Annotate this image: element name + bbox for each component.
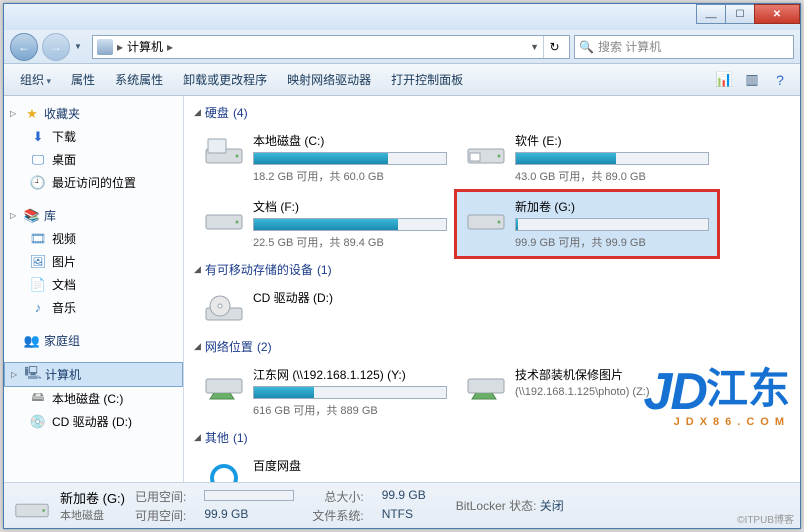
filesystem-label: 文件系统:: [312, 507, 363, 524]
search-box[interactable]: 🔍 搜索 计算机: [574, 35, 794, 59]
drive-icon: [203, 132, 245, 170]
status-title: 新加卷 (G:): [60, 488, 125, 507]
free-space-label: 可用空间:: [135, 507, 186, 524]
used-space-label: 已用空间:: [135, 488, 186, 505]
nav-bar: ← → ▼ ▸ 计算机 ▸ ▼ ↻ 🔍 搜索 计算机: [4, 30, 800, 64]
used-space-bar: [204, 488, 294, 505]
section-hard-drives[interactable]: ◢硬盘 (4): [194, 100, 790, 125]
command-bar: 组织 属性 系统属性 卸载或更改程序 映射网络驱动器 打开控制面板 📊 ▥ ?: [4, 64, 800, 96]
view-options-icon[interactable]: 📊: [712, 68, 736, 92]
total-size-label: 总大小:: [312, 488, 363, 505]
sidebar-computer-header[interactable]: ▷🖳计算机: [4, 362, 183, 387]
drive-y-network[interactable]: 江东网 (\\192.168.1.125) (Y:)616 GB 可用，共 88…: [194, 359, 456, 425]
organize-menu[interactable]: 组织: [12, 67, 59, 92]
back-button[interactable]: ←: [10, 33, 38, 61]
breadcrumb-computer[interactable]: 计算机: [127, 38, 163, 55]
document-icon: 📄: [30, 277, 46, 293]
download-icon: ⬇: [30, 129, 46, 145]
refresh-button[interactable]: ↻: [543, 36, 565, 58]
sidebar-item-music[interactable]: ♪音乐: [4, 296, 183, 319]
music-icon: ♪: [30, 300, 46, 316]
drive-icon: [465, 198, 507, 236]
video-icon: 🎞: [30, 231, 46, 247]
details-pane: 新加卷 (G:) 本地磁盘 已用空间: 总大小: 99.9 GB 可用空间: 9…: [4, 482, 800, 528]
computer-icon: 🖳: [25, 367, 41, 383]
search-placeholder: 搜索 计算机: [598, 38, 661, 55]
nav-history-dropdown[interactable]: ▼: [74, 42, 88, 51]
sidebar-item-downloads[interactable]: ⬇下载: [4, 125, 183, 148]
library-icon: 📚: [24, 208, 40, 224]
drive-z-network[interactable]: 技术部装机保修图片(\\192.168.1.125\photo) (Z:): [456, 359, 718, 425]
total-size-value: 99.9 GB: [382, 488, 426, 505]
attribution-text: ©ITPUB博客: [737, 511, 794, 526]
bitlocker-label: BitLocker 状态:: [456, 499, 537, 513]
address-dropdown-icon[interactable]: ▼: [530, 42, 539, 52]
sidebar-item-documents[interactable]: 📄文档: [4, 273, 183, 296]
preview-pane-icon[interactable]: ▥: [740, 68, 764, 92]
control-panel-button[interactable]: 打开控制面板: [383, 67, 471, 92]
drive-baidu-netdisk[interactable]: 百度网盘: [194, 450, 456, 482]
minimize-button[interactable]: [696, 4, 726, 24]
filesystem-value: NTFS: [382, 507, 426, 524]
drive-cd[interactable]: CD 驱动器 (D:): [194, 282, 456, 334]
homegroup-icon: 👥: [24, 333, 40, 349]
content-pane: ◢硬盘 (4) 本地磁盘 (C:)18.2 GB 可用，共 60.0 GB 软件…: [184, 96, 800, 482]
sidebar-item-videos[interactable]: 🎞视频: [4, 227, 183, 250]
drive-e[interactable]: 软件 (E:)43.0 GB 可用，共 89.0 GB: [456, 125, 718, 191]
computer-icon: [97, 39, 113, 55]
map-network-drive-button[interactable]: 映射网络驱动器: [279, 67, 379, 92]
sidebar-libraries-header[interactable]: ▷📚库: [4, 204, 183, 227]
sidebar-item-drive-d[interactable]: 💿CD 驱动器 (D:): [4, 410, 183, 433]
picture-icon: 🖼: [30, 254, 46, 270]
cd-drive-icon: [203, 289, 245, 327]
network-drive-icon: [203, 366, 245, 404]
help-icon[interactable]: ?: [768, 68, 792, 92]
drive-icon: [14, 490, 50, 522]
titlebar: [4, 4, 800, 30]
search-icon: 🔍: [579, 40, 594, 54]
drive-icon: [203, 198, 245, 236]
section-network[interactable]: ◢网络位置 (2): [194, 334, 790, 359]
sidebar-item-pictures[interactable]: 🖼图片: [4, 250, 183, 273]
bitlocker-value: 关闭: [540, 499, 564, 513]
network-drive-icon: [465, 366, 507, 404]
properties-button[interactable]: 属性: [63, 67, 103, 92]
desktop-icon: 🖵: [30, 152, 46, 168]
sidebar-favorites-header[interactable]: ▷★收藏夹: [4, 102, 183, 125]
section-other[interactable]: ◢其他 (1): [194, 425, 790, 450]
sidebar-item-recent[interactable]: 🕘最近访问的位置: [4, 171, 183, 194]
recent-icon: 🕘: [30, 175, 46, 191]
breadcrumb-sep-icon: ▸: [167, 40, 173, 54]
drive-icon: [465, 132, 507, 170]
section-removable[interactable]: ◢有可移动存储的设备 (1): [194, 257, 790, 282]
close-button[interactable]: [754, 4, 800, 24]
system-properties-button[interactable]: 系统属性: [107, 67, 171, 92]
address-bar[interactable]: ▸ 计算机 ▸ ▼ ↻: [92, 35, 570, 59]
status-subtitle: 本地磁盘: [60, 507, 125, 523]
drive-g[interactable]: 新加卷 (G:)99.9 GB 可用，共 99.9 GB: [456, 191, 718, 257]
drive-f[interactable]: 文档 (F:)22.5 GB 可用，共 89.4 GB: [194, 191, 456, 257]
maximize-button[interactable]: [725, 4, 755, 24]
free-space-value: 99.9 GB: [204, 507, 294, 524]
star-icon: ★: [24, 106, 40, 122]
sidebar-homegroup-header[interactable]: ▷👥家庭组: [4, 329, 183, 352]
forward-button[interactable]: →: [42, 33, 70, 61]
uninstall-programs-button[interactable]: 卸载或更改程序: [175, 67, 275, 92]
sidebar-item-desktop[interactable]: 🖵桌面: [4, 148, 183, 171]
sidebar-item-drive-c[interactable]: 🖴本地磁盘 (C:): [4, 387, 183, 410]
drive-c[interactable]: 本地磁盘 (C:)18.2 GB 可用，共 60.0 GB: [194, 125, 456, 191]
cd-icon: 💿: [30, 414, 46, 430]
navigation-pane: ▷★收藏夹 ⬇下载 🖵桌面 🕘最近访问的位置 ▷📚库 🎞视频 🖼图片 📄文档 ♪…: [4, 96, 184, 482]
breadcrumb-sep-icon: ▸: [117, 40, 123, 54]
cloud-drive-icon: [203, 457, 245, 482]
drive-icon: 🖴: [30, 391, 46, 407]
